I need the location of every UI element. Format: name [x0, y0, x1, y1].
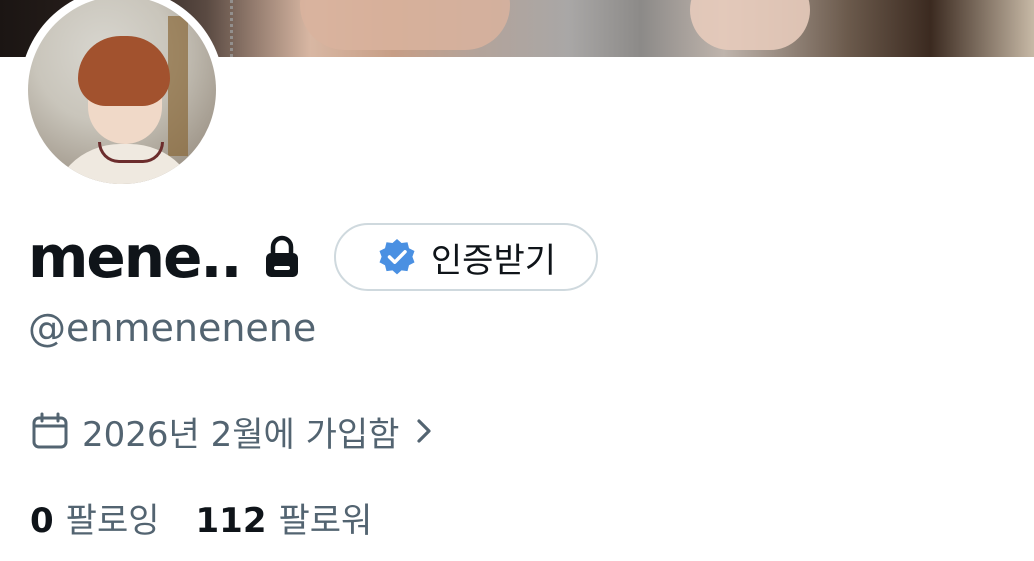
- verified-badge-icon: [377, 237, 417, 277]
- profile-handle: @enmenenene: [28, 306, 317, 350]
- calendar-icon: [30, 411, 70, 451]
- avatar[interactable]: [28, 0, 216, 184]
- profile-page: mene.. 인증받기 @enmenenene 2026년 2월에 가입함 0 …: [0, 0, 1034, 561]
- joined-date-row[interactable]: 2026년 2월에 가입함: [30, 408, 435, 455]
- followers-stat[interactable]: 112 팔로워: [196, 493, 373, 542]
- banner-photo-detail: [300, 0, 510, 50]
- avatar-frame: [20, 0, 224, 192]
- following-count: 0: [30, 500, 54, 541]
- joined-date-text: 2026년 2월에 가입함: [82, 414, 400, 455]
- get-verified-button[interactable]: 인증받기: [334, 223, 599, 291]
- followers-count: 112: [195, 500, 267, 541]
- banner-photo-chain: [230, 0, 249, 57]
- chevron-right-icon: [413, 416, 435, 446]
- avatar-hair: [78, 36, 170, 106]
- banner-photo-hand: [690, 0, 810, 50]
- get-verified-label: 인증받기: [430, 240, 557, 281]
- following-stat[interactable]: 0 팔로잉: [30, 493, 160, 542]
- following-label: 팔로잉: [65, 500, 160, 541]
- lock-icon: [262, 235, 302, 279]
- name-row: mene.. 인증받기: [28, 222, 599, 292]
- avatar-background-detail: [168, 16, 188, 156]
- display-name: mene..: [28, 223, 242, 291]
- follow-stats-row: 0 팔로잉 112 팔로워: [30, 493, 408, 542]
- followers-label: 팔로워: [278, 500, 373, 541]
